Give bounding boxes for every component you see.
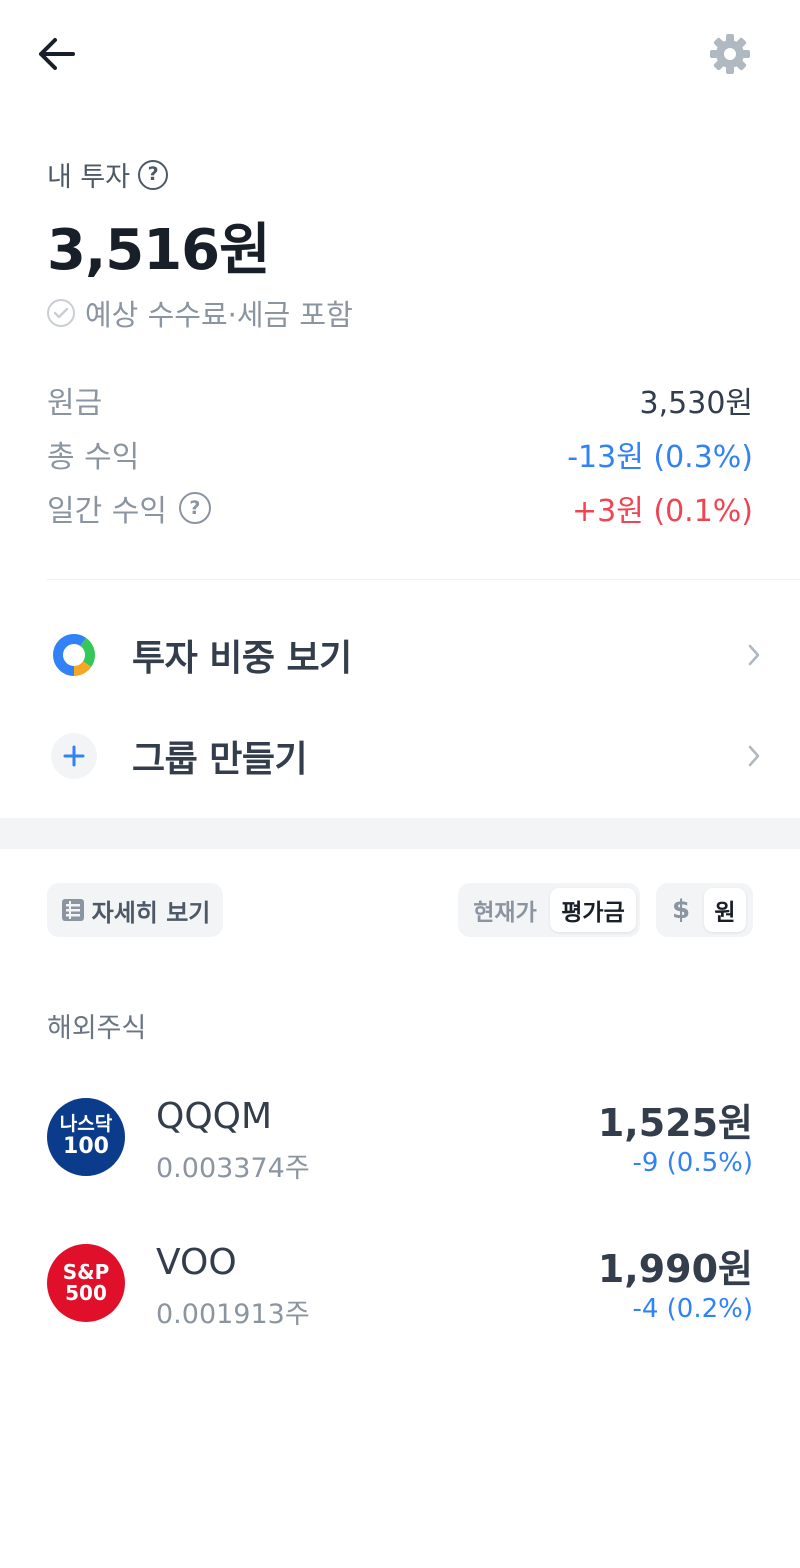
fee-note-text: 예상 수수료·세금 포함 [85,298,353,332]
holding-amount: 1,990원 [597,1247,753,1291]
daily-return-label-group: 일간 수익 ? [47,486,211,530]
total-return-row: 총 수익 -13원 (0.3%) [47,432,753,476]
usd-option[interactable]: $ [660,888,702,932]
check-circle-icon [47,299,75,327]
total-amount: 3,516원 [47,218,271,283]
principal-value: 3,530원 [639,386,753,421]
my-investment-label: 내 투자 [47,162,131,193]
overseas-stocks-title: 해외주식 [47,1013,147,1044]
total-return-label: 총 수익 [47,440,140,475]
daily-return-value: +3원 (0.1%) [572,494,753,529]
total-return-value: -13원 (0.3%) [567,440,753,475]
holding-change: -9 (0.5%) [632,1148,753,1178]
holding-change: -4 (0.2%) [632,1294,753,1324]
fee-note: 예상 수수료·세금 포함 [47,292,353,334]
valuation-option[interactable]: 평가금 [550,888,636,932]
list-icon [61,899,84,921]
holding-amount: 1,525원 [597,1101,753,1145]
nasdaq100-logo: 나스닥 100 [47,1098,125,1176]
help-icon[interactable]: ? [178,492,211,524]
my-investment-title: 내 투자 ? [47,155,169,194]
gear-icon [710,34,750,74]
help-icon[interactable]: ? [138,159,169,190]
currency-toggle: $ 원 [656,883,753,937]
chevron-right-icon [748,644,760,666]
view-details-label: 자세히 보기 [91,898,211,927]
divider [47,579,800,580]
plus-icon [51,733,97,779]
logo-line: 100 [63,1134,109,1160]
settings-button[interactable] [703,27,757,81]
holding-row[interactable]: S&P 500 VOO 0.001913주 1,990원 -4 (0.2%) [0,1228,800,1338]
create-group-button[interactable]: 그룹 만들기 [0,711,800,801]
krw-option[interactable]: 원 [704,888,746,932]
view-details-button[interactable]: 자세히 보기 [47,883,223,937]
holding-quantity: 0.003374주 [156,1153,310,1184]
holding-row[interactable]: 나스닥 100 QQQM 0.003374주 1,525원 -9 (0.5%) [0,1082,800,1192]
daily-return-label: 일간 수익 [47,494,167,529]
logo-line: 나스닥 [59,1113,113,1136]
holding-name: VOO [156,1242,237,1283]
view-allocation-label: 투자 비중 보기 [132,638,352,679]
current-price-option[interactable]: 현재가 [462,888,548,932]
create-group-label: 그룹 만들기 [132,739,308,780]
chevron-right-icon [748,745,760,767]
price-toggle: 현재가 평가금 [458,883,640,937]
section-separator [0,818,800,849]
principal-row: 원금 3,530원 [47,378,753,422]
holding-quantity: 0.001913주 [156,1299,310,1330]
sp500-logo: S&P 500 [47,1244,125,1322]
logo-line: 500 [65,1281,107,1305]
back-button[interactable] [30,28,82,80]
pie-chart-icon [53,634,95,676]
logo-line: S&P [62,1260,110,1284]
daily-return-row: 일간 수익 ? +3원 (0.1%) [47,486,753,530]
holding-name: QQQM [156,1096,273,1137]
principal-label: 원금 [47,386,103,421]
view-allocation-button[interactable]: 투자 비중 보기 [0,610,800,700]
arrow-left-icon [39,38,75,70]
